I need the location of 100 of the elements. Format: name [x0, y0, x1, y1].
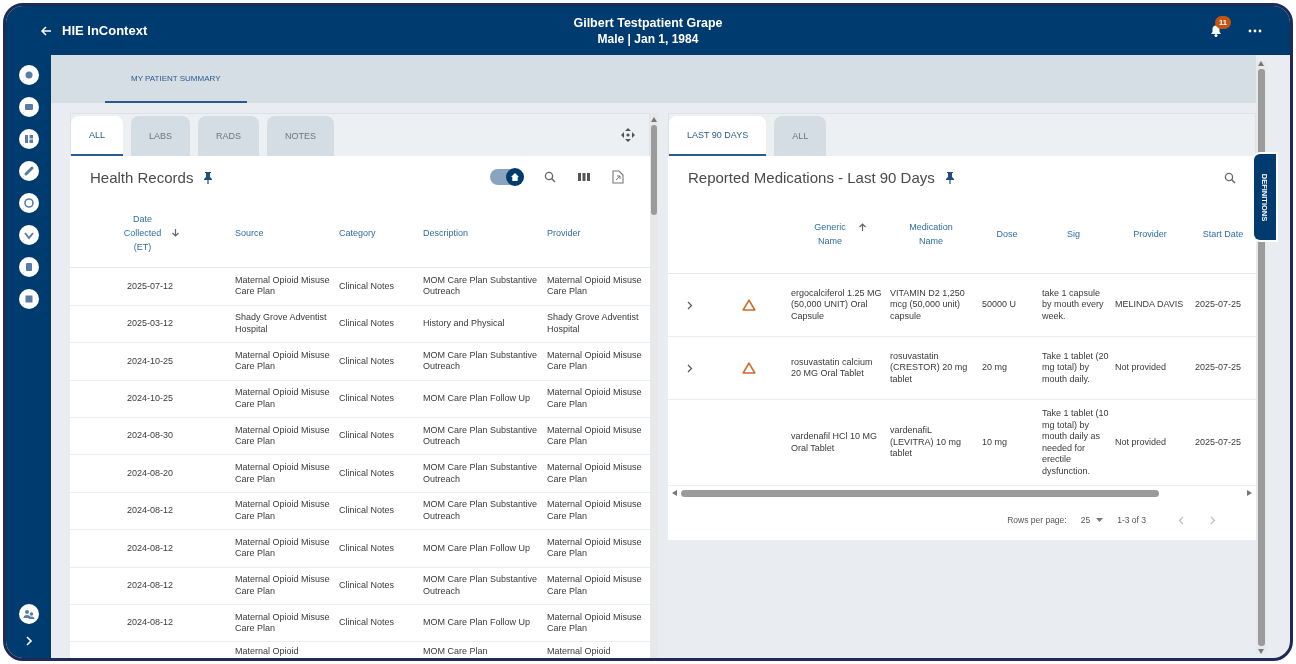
circle-icon[interactable] [18, 65, 39, 85]
table-cell: MELINDA DAVIS [1114, 299, 1184, 310]
table-cell: MOM Care Plan Substantive Outreach [423, 499, 538, 521]
scroll-up-icon[interactable] [1258, 61, 1264, 66]
home-filter-toggle[interactable] [490, 169, 522, 186]
columns-icon[interactable] [578, 172, 590, 183]
table-cell: 10 mg [981, 436, 1007, 447]
table-cell: Clinical Notes [339, 318, 395, 329]
table-cell: Maternal Opioid Misuse Care Plan [235, 462, 330, 484]
table-cell: 2025-03-12 [126, 318, 173, 329]
scroll-left-icon[interactable] [671, 490, 677, 496]
table-cell: Clinical Notes [339, 617, 395, 628]
move-icon[interactable] [621, 128, 635, 142]
table-cell: Maternal Opioid Misuse Care Plan [235, 536, 330, 559]
table-cell: vardenafiL (LEVITRA) 10 mg tablet [889, 425, 961, 459]
vertical-scrollbar[interactable] [650, 113, 658, 658]
panel-tab[interactable]: ALL [774, 116, 827, 156]
table-cell: Maternal Opioid Misuse Care Plan [547, 611, 642, 634]
sort-down-arrow-icon[interactable] [170, 227, 180, 238]
table-cell: MOM Care Plan Follow Up [423, 542, 531, 553]
search-icon[interactable] [544, 171, 556, 184]
table-cell: Maternal Opioid Misuse Care Plan [547, 387, 642, 409]
panel-tab[interactable]: RADS [198, 116, 260, 156]
column-header[interactable]: Source [235, 225, 264, 240]
page-tab[interactable]: MY PATIENT SUMMARY [105, 55, 247, 103]
table-cell: Maternal Opioid Misuse Care Plan [547, 536, 642, 559]
table-cell: VITAMIN D2 1,250 mcg (50,000 unit) capsule [889, 287, 965, 321]
table-cell: Maternal Opioid Misuse Care Plan [547, 274, 642, 297]
patient-name: Gilbert Testpatient Grape [573, 15, 723, 30]
people-icon[interactable] [18, 604, 39, 624]
scroll-right-icon[interactable] [1247, 490, 1252, 496]
home-icon [510, 172, 520, 183]
table-cell: Clinical Notes [339, 430, 395, 441]
column-header[interactable]: Provider [1133, 227, 1167, 241]
panel-title: Reported Medications - Last 90 Days [687, 169, 935, 186]
expand-chevron-icon[interactable] [686, 300, 693, 310]
table-cell: Maternal Opioid Misuse Care Plan [235, 349, 330, 372]
rows-per-page-select[interactable]: 25 [1080, 515, 1091, 525]
back-arrow-icon[interactable] [40, 24, 52, 37]
table-cell: Maternal Opioid Misuse Care Plan [547, 499, 642, 521]
table-cell: take 1 capsule by mouth every week. [1041, 287, 1104, 321]
table-cell: Maternal Opioid Misuse Care Plan [547, 424, 642, 447]
table-cell: Maternal Opioid Misuse Care Plan [547, 574, 642, 596]
search-icon[interactable] [1224, 171, 1236, 184]
table-cell: MOM Care Plan Follow Up [423, 617, 531, 628]
table-cell: MOM Care Plan Substantive Outreach [423, 574, 538, 596]
table-cell: 2025-07-12 [126, 280, 173, 291]
column-header[interactable]: Medication Name [904, 220, 957, 248]
table-cell: 2025-07-25 [1194, 362, 1241, 373]
clock-icon[interactable] [18, 193, 39, 213]
column-header[interactable]: Provider [547, 225, 581, 240]
panel-title: Health Records [90, 168, 194, 186]
dashboard-icon[interactable] [18, 129, 39, 149]
table-cell: rosuvastatin calcium 20 MG Oral Tablet [790, 356, 873, 378]
more-options-icon[interactable] [1248, 28, 1262, 33]
column-header[interactable]: Start Date [1202, 227, 1244, 241]
table-cell: Take 1 tablet (10 mg total) by mouth daily as needed for erectile dysfunction. [1041, 408, 1109, 476]
rows-per-page-label: Rows per page: [1007, 515, 1067, 525]
column-header[interactable]: Category [339, 225, 376, 240]
table-cell: Shady Grove Adventist Hospital [547, 312, 639, 334]
table-cell: 2025-07-25 [1194, 436, 1241, 447]
panel-tab[interactable]: LABS [131, 116, 191, 156]
column-header[interactable]: Generic Name [803, 220, 856, 248]
panel-tab[interactable]: LAST 90 DAYS [668, 116, 767, 156]
table-cell: 2024-08-12 [126, 505, 173, 516]
scroll-down-icon[interactable] [1258, 649, 1264, 654]
pin-icon[interactable] [203, 170, 214, 184]
table-cell: Not provided [1114, 436, 1166, 447]
table-cell: History and Physical [423, 318, 505, 329]
panel-tab[interactable]: ALL [71, 116, 123, 156]
table-cell: Clinical Notes [339, 355, 395, 366]
table-cell: MOM Care Plan Substantive Outreach [423, 349, 538, 372]
sort-up-arrow-icon[interactable] [857, 222, 867, 232]
table-cell: MOM Care Plan Substantive Outreach [423, 424, 538, 447]
caret-icon[interactable] [1096, 518, 1104, 522]
column-header[interactable]: Date Collected (ET) [120, 211, 165, 254]
table-cell: 2024-08-30 [126, 430, 173, 441]
table-cell: MOM Care Plan [423, 646, 488, 657]
column-header[interactable]: Description [423, 225, 469, 240]
table-cell: 2024-08-12 [126, 580, 173, 591]
table-cell: MOM Care Plan Substantive Outreach [423, 462, 538, 484]
column-header[interactable]: Sig [1066, 227, 1080, 241]
table-cell: 2024-10-25 [126, 355, 173, 366]
table-cell: Maternal Opioid [235, 646, 299, 657]
scroll-up-icon[interactable] [651, 117, 657, 122]
expand-chevron-icon[interactable] [686, 363, 693, 373]
table-cell: 20 mg [981, 362, 1007, 373]
page-range: 1-3 of 3 [1117, 515, 1146, 525]
pin-icon[interactable] [944, 171, 955, 184]
panel-tab[interactable]: NOTES [267, 116, 335, 156]
column-header[interactable]: Dose [996, 227, 1018, 241]
table-cell: Maternal Opioid [547, 646, 611, 657]
table-cell: Clinical Notes [339, 542, 395, 553]
table-cell: Maternal Opioid Misuse Care Plan [235, 387, 330, 409]
pill-icon[interactable] [18, 161, 39, 181]
app-title: HIE InContext [62, 23, 148, 38]
table-cell: Clinical Notes [339, 392, 395, 403]
export-icon[interactable] [612, 170, 624, 185]
table-cell: MOM Care Plan Substantive Outreach [423, 274, 538, 297]
table-cell: 2024-08-12 [126, 617, 173, 628]
